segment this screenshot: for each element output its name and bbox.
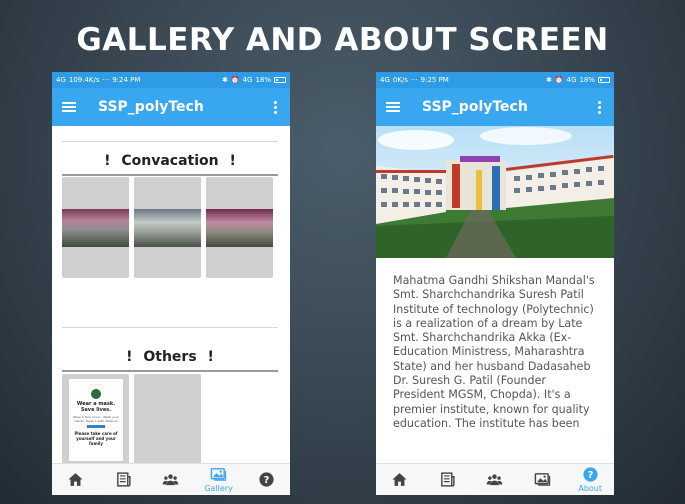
hamburger-menu-icon[interactable] (386, 102, 400, 112)
app-title: SSP_polyTech (98, 99, 204, 115)
gallery-content[interactable]: ! Convacation ! ! Others ! ———— Wear a m… (52, 126, 290, 469)
people-icon (487, 474, 503, 486)
battery-percent: 18% (579, 76, 595, 84)
bluetooth-icon: ✱ (221, 76, 228, 84)
bluetooth-icon: ✱ (545, 76, 552, 84)
notification-dots: ··· (102, 76, 110, 84)
nav-people[interactable] (147, 464, 195, 495)
network-indicator: 4G (56, 76, 66, 84)
nav-label-gallery: Gallery (204, 484, 233, 493)
section-title-convocation: ! Convacation ! (104, 153, 236, 169)
home-icon (392, 473, 407, 486)
app-title: SSP_polyTech (422, 99, 528, 115)
newspaper-icon (117, 472, 131, 487)
notification-dots: ··· (410, 76, 418, 84)
network-indicator: 4G (380, 76, 390, 84)
poster-avatar (91, 389, 101, 399)
about-phone-screen: 4G 0K/s ··· 9:25 PM ✱ ⏰ 4G 18% SSP_polyT… (376, 72, 614, 495)
divider (62, 141, 278, 142)
gallery-tile-convocation-1[interactable] (62, 177, 129, 278)
home-icon (68, 473, 83, 486)
battery-percent: 18% (255, 76, 271, 84)
convocation-photo (62, 209, 129, 247)
nav-home[interactable] (376, 464, 424, 495)
nav-people[interactable] (471, 464, 519, 495)
network-speed: 0K/s (392, 76, 408, 84)
battery-icon (598, 77, 610, 83)
svg-text:?: ? (587, 470, 593, 481)
nav-news[interactable] (424, 464, 472, 495)
newspaper-icon (441, 472, 455, 487)
gallery-tile-others-2[interactable] (134, 374, 201, 469)
divider (62, 327, 278, 328)
nav-home[interactable] (52, 464, 100, 495)
help-icon: ? (583, 467, 598, 482)
mask-awareness-poster: ———— Wear a mask. Save lives. Wear a fac… (69, 379, 123, 461)
nav-label-about: About (578, 484, 602, 493)
nav-gallery[interactable] (519, 464, 567, 495)
bottom-navigation: Gallery ? (52, 463, 290, 495)
app-bar: SSP_polyTech (52, 88, 290, 126)
battery-icon (274, 77, 286, 83)
overflow-menu-icon[interactable] (594, 100, 604, 114)
gallery-tile-others-1[interactable]: ———— Wear a mask. Save lives. Wear a fac… (62, 374, 129, 469)
status-time: 9:24 PM (112, 76, 141, 84)
college-building-illustration (376, 127, 614, 258)
bottom-navigation: ? About (376, 463, 614, 495)
hamburger-menu-icon[interactable] (62, 102, 76, 112)
svg-text:?: ? (263, 475, 269, 486)
nav-about[interactable]: ? About (566, 464, 614, 495)
signal-indicator: 4G (566, 76, 577, 84)
gallery-tile-convocation-3[interactable] (206, 177, 273, 278)
status-time: 9:25 PM (420, 76, 449, 84)
nav-news[interactable] (100, 464, 148, 495)
section-underline (62, 370, 278, 372)
gallery-phone-screen: 4G 109.4K/s ··· 9:24 PM ✱ ⏰ 4G 18% SSP_p… (52, 72, 290, 495)
overflow-menu-icon[interactable] (270, 100, 280, 114)
section-underline (62, 174, 278, 176)
section-title-others: ! Others ! (126, 349, 214, 365)
about-text-container[interactable]: Mahatma Gandhi Shikshan Mandal's Smt. Sh… (376, 258, 614, 463)
alarm-icon: ⏰ (554, 76, 564, 84)
nav-about[interactable]: ? (242, 464, 290, 495)
network-speed: 109.4K/s (68, 76, 100, 84)
status-bar: 4G 109.4K/s ··· 9:24 PM ✱ ⏰ 4G 18% (52, 72, 290, 88)
nav-gallery[interactable]: Gallery (195, 464, 243, 495)
status-bar: 4G 0K/s ··· 9:25 PM ✱ ⏰ 4G 18% (376, 72, 614, 88)
help-icon: ? (259, 472, 274, 487)
college-building-image (376, 126, 614, 258)
signal-indicator: 4G (242, 76, 253, 84)
about-description: Mahatma Gandhi Shikshan Mandal's Smt. Sh… (393, 274, 595, 430)
app-bar: SSP_polyTech (376, 88, 614, 126)
alarm-icon: ⏰ (230, 76, 240, 84)
people-icon (163, 474, 179, 486)
gallery-icon (534, 473, 551, 486)
gallery-tile-convocation-2[interactable] (134, 177, 201, 278)
convocation-photo (134, 209, 201, 247)
gallery-icon (210, 468, 227, 481)
slide-title: GALLERY AND ABOUT SCREEN (76, 22, 609, 58)
convocation-photo (206, 209, 273, 247)
